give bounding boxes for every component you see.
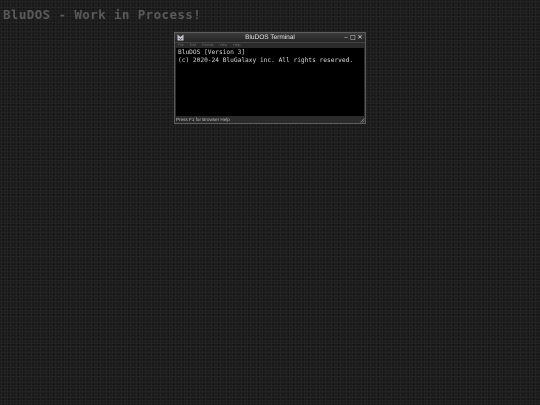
window-controls: ‒ □ ✕ [343, 33, 363, 42]
minimize-button[interactable]: ‒ [343, 33, 349, 42]
status-bar: Press F1 for Browser Help [175, 116, 365, 123]
console-line-version: BluDOS [Version 3] [178, 49, 246, 56]
resize-grip-icon[interactable] [360, 118, 365, 123]
close-button[interactable]: ✕ [357, 33, 363, 42]
window-title: BluDOS Terminal [245, 34, 295, 41]
desktop-title: BluDOS - Work in Process! [3, 7, 202, 22]
status-text: Press F1 for Browser Help [176, 117, 230, 122]
maximize-button[interactable]: □ [350, 33, 356, 42]
terminal-console[interactable]: BluDOS [Version 3] (c) 2020-24 BluGalaxy… [176, 48, 364, 116]
terminal-window[interactable]: BluDOS Terminal ‒ □ ✕ File Edit Format V… [174, 32, 366, 124]
window-titlebar[interactable]: BluDOS Terminal ‒ □ ✕ [175, 33, 365, 43]
console-line-copyright: (c) 2020-24 BluGalaxy inc. All rights re… [178, 57, 354, 64]
